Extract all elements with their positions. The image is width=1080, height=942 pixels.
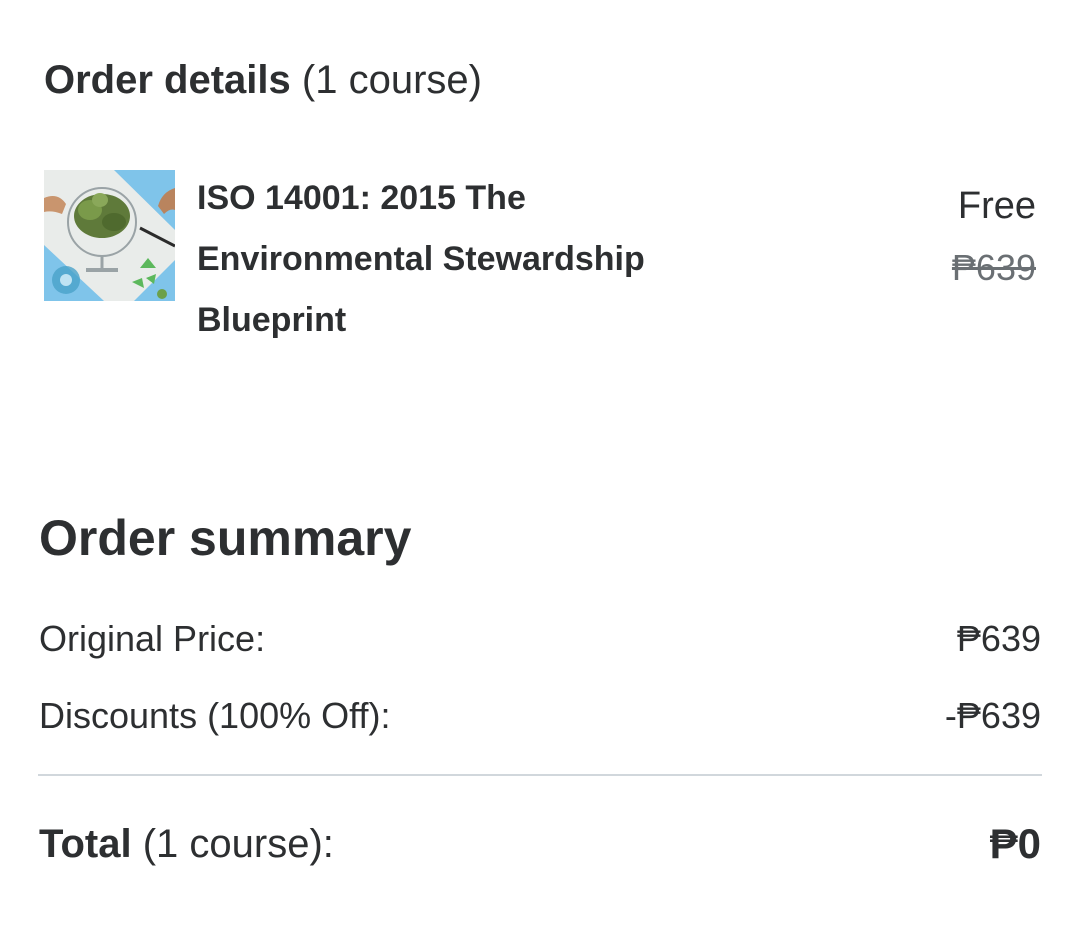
course-thumbnail[interactable] — [44, 170, 175, 301]
discounts-row: Discounts (100% Off): -₱639 — [39, 691, 1041, 741]
order-details-title: Order details — [44, 58, 291, 102]
total-label: Total (1 course): — [39, 816, 334, 872]
total-label-strong: Total — [39, 822, 132, 866]
discounts-label: Discounts (100% Off): — [39, 695, 391, 736]
course-original-price: ₱639 — [951, 247, 1036, 288]
original-price-row: Original Price: ₱639 — [39, 614, 1041, 664]
total-label-count: (1 course): — [142, 822, 334, 866]
order-summary-heading: Order summary — [39, 510, 412, 566]
order-details-heading: Order details (1 course) — [44, 52, 482, 108]
order-details-count: (1 course) — [301, 58, 482, 102]
course-item[interactable]: ISO 14001: 2015 The Environmental Stewar… — [44, 170, 1036, 370]
total-row: Total (1 course): ₱0 — [39, 816, 1041, 872]
original-price-value: ₱639 — [956, 618, 1041, 659]
course-title[interactable]: ISO 14001: 2015 The Environmental Stewar… — [197, 168, 737, 351]
original-price-label: Original Price: — [39, 618, 266, 659]
course-price-free: Free — [957, 185, 1036, 227]
discounts-value: -₱639 — [944, 695, 1041, 736]
summary-divider — [38, 774, 1042, 776]
course-price: Free ₱639 — [952, 182, 1036, 292]
total-value: ₱0 — [989, 820, 1041, 867]
environment-globe-thumbnail-icon — [44, 170, 175, 301]
